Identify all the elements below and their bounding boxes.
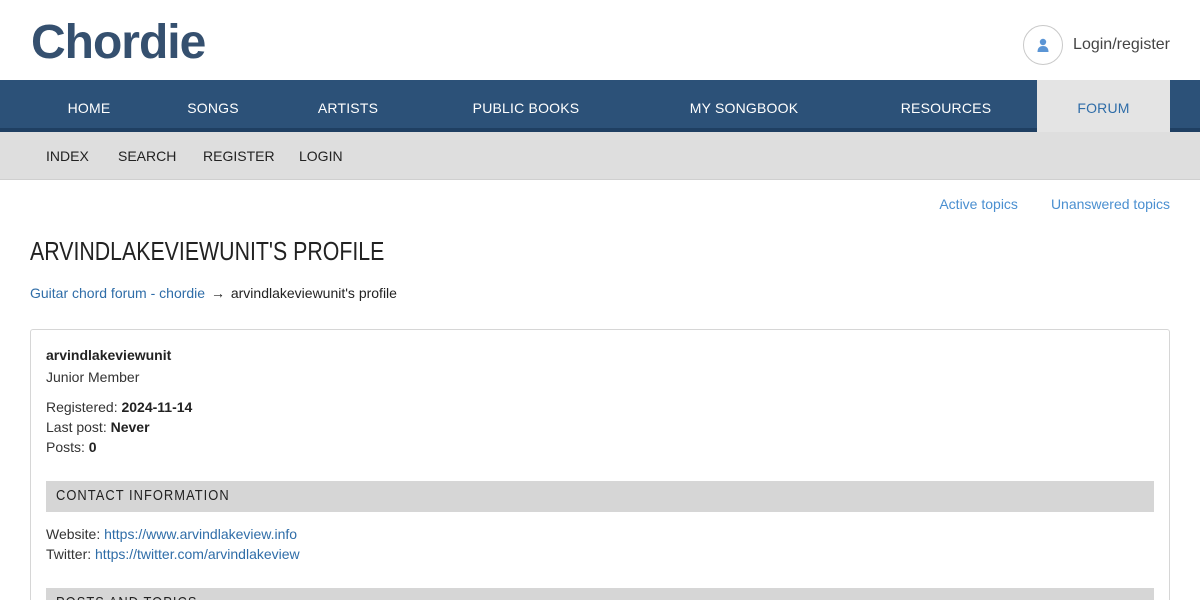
nav-item-public-books[interactable]: PUBLIC BOOKS bbox=[456, 80, 596, 128]
nav-item-resources[interactable]: RESOURCES bbox=[886, 80, 1006, 128]
posts-topics-heading: POSTS AND TOPICS bbox=[46, 588, 1154, 600]
nav-item-home[interactable]: HOME bbox=[39, 80, 139, 128]
posts-label: Posts: bbox=[46, 439, 85, 455]
nav-item-forum[interactable]: FORUM bbox=[1037, 80, 1170, 132]
subnav-item-index[interactable]: INDEX bbox=[46, 132, 89, 180]
nav-item-my-songbook[interactable]: MY SONGBOOK bbox=[674, 80, 814, 128]
chordie-logo[interactable]: Chordie bbox=[31, 18, 267, 62]
main-nav: HOME SONGS ARTISTS PUBLIC BOOKS MY SONGB… bbox=[0, 80, 1200, 132]
twitter-link[interactable]: https://twitter.com/arvindlakeview bbox=[95, 546, 300, 562]
nav-item-artists[interactable]: ARTISTS bbox=[298, 80, 398, 128]
website-row: Website: https://www.arvindlakeview.info bbox=[46, 526, 297, 542]
posts-topics-heading-label: POSTS AND TOPICS bbox=[56, 588, 197, 600]
active-topics-link[interactable]: Active topics bbox=[939, 196, 1018, 212]
svg-text:Chordie: Chordie bbox=[31, 18, 206, 62]
breadcrumb: Guitar chord forum - chordie → arvindlak… bbox=[30, 285, 397, 301]
login-register-link[interactable]: Login/register bbox=[1023, 25, 1170, 65]
posts-stat: Posts: 0 bbox=[46, 439, 97, 455]
unanswered-topics-link[interactable]: Unanswered topics bbox=[1051, 196, 1170, 212]
breadcrumb-arrow-icon: → bbox=[210, 285, 225, 301]
website-label: Website: bbox=[46, 526, 101, 542]
subnav-item-search[interactable]: SEARCH bbox=[118, 132, 176, 180]
last-post-stat: Last post: Never bbox=[46, 419, 150, 435]
site-header: Chordie Login/register bbox=[0, 0, 1200, 80]
registered-stat: Registered: 2024-11-14 bbox=[46, 399, 192, 415]
twitter-label: Twitter: bbox=[46, 546, 92, 562]
subnav-item-register[interactable]: REGISTER bbox=[203, 132, 275, 180]
contact-info-heading-label: CONTACT INFORMATION bbox=[56, 487, 230, 504]
page-title: ARVINDLAKEVIEWUNIT'S PROFILE bbox=[30, 236, 385, 266]
registered-value: 2024-11-14 bbox=[121, 399, 193, 415]
subnav-item-login[interactable]: LOGIN bbox=[299, 132, 343, 180]
breadcrumb-current: arvindlakeviewunit's profile bbox=[230, 285, 397, 301]
twitter-row: Twitter: https://twitter.com/arvindlakev… bbox=[46, 546, 300, 562]
forum-sub-nav: INDEX SEARCH REGISTER LOGIN bbox=[0, 132, 1200, 180]
website-link[interactable]: https://www.arvindlakeview.info bbox=[104, 526, 297, 542]
profile-rank: Junior Member bbox=[46, 369, 140, 385]
registered-label: Registered: bbox=[46, 399, 118, 415]
breadcrumb-forum-link[interactable]: Guitar chord forum - chordie bbox=[30, 285, 205, 301]
login-register-label[interactable]: Login/register bbox=[1073, 36, 1170, 54]
user-icon bbox=[1023, 25, 1064, 65]
posts-value: 0 bbox=[88, 439, 97, 455]
contact-info-heading: CONTACT INFORMATION bbox=[46, 481, 1154, 512]
last-post-value: Never bbox=[110, 419, 150, 435]
topic-links: Active topics Unanswered topics bbox=[939, 196, 1170, 212]
last-post-label: Last post: bbox=[46, 419, 107, 435]
profile-panel: arvindlakeviewunit Junior Member Registe… bbox=[30, 329, 1170, 600]
nav-item-songs[interactable]: SONGS bbox=[163, 80, 263, 128]
profile-username: arvindlakeviewunit bbox=[46, 347, 172, 363]
